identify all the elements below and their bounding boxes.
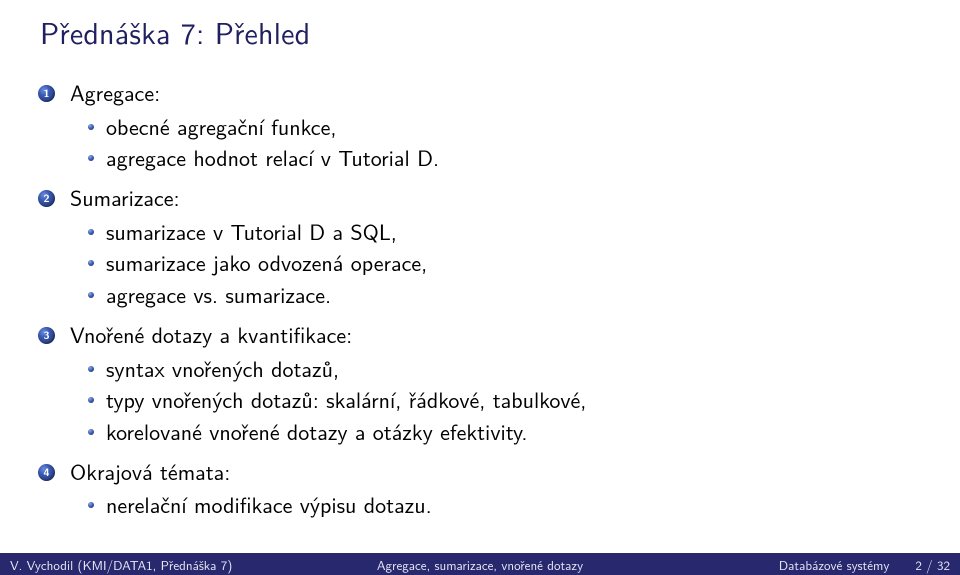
footer-page-total: 32 (937, 556, 950, 575)
outline-item-1: 1 Agregace: obecné agregační funkce, agr… (68, 78, 920, 173)
outline-subitem: nerelační modifikace výpisu dotazu. (106, 490, 920, 520)
outline-subitem: agregace hodnot relací v Tutorial D. (106, 143, 920, 173)
outline-subitem: sumarizace v Tutorial D a SQL, (106, 217, 920, 247)
outline-sublist: nerelační modifikace výpisu dotazu. (70, 490, 920, 520)
outline-subitem: sumarizace jako odvozená operace, (106, 248, 920, 278)
outline-list: 1 Agregace: obecné agregační funkce, agr… (40, 78, 920, 520)
outline-item-label: Agregace: (70, 76, 160, 108)
outline-item-label: Okrajová témata: (70, 455, 230, 487)
outline-subitem: syntax vnořených dotazů, (106, 354, 920, 384)
footer-course-label: Databázové systémy (779, 556, 890, 575)
outline-sublist: sumarizace v Tutorial D a SQL, sumarizac… (70, 217, 920, 310)
slide-title: Přednáška 7: Přehled (40, 14, 920, 50)
outline-subitem: agregace vs. sumarizace. (106, 280, 920, 310)
outline-item-3: 3 Vnořené dotazy a kvantifikace: syntax … (68, 320, 920, 447)
footer-page: Databázové systémy 2 / 32 (779, 556, 950, 575)
outline-item-label: Vnořené dotazy a kvantifikace: (70, 318, 352, 350)
outline-subitem: obecné agregační funkce, (106, 112, 920, 142)
outline-item-2: 2 Sumarizace: sumarizace v Tutorial D a … (68, 183, 920, 310)
footer-page-sep: / (922, 556, 937, 575)
outline-item-4: 4 Okrajová témata: nerelační modifikace … (68, 457, 920, 520)
outline-subitem: korelované vnořené dotazy a otázky efekt… (106, 417, 920, 447)
footer-bar: V. Vychodil (KMI/DATA1, Přednáška 7) Agr… (0, 553, 960, 575)
outline-subitem: typy vnořených dotazů: skalární, řádkové… (106, 385, 920, 415)
outline-sublist: syntax vnořených dotazů, typy vnořených … (70, 354, 920, 447)
bullet-number-icon: 2 (38, 190, 55, 207)
bullet-number-icon: 4 (38, 464, 55, 481)
bullet-number-icon: 1 (38, 85, 55, 102)
outline-item-label: Sumarizace: (70, 181, 180, 213)
bullet-number-icon: 3 (38, 327, 55, 344)
outline-sublist: obecné agregační funkce, agregace hodnot… (70, 112, 920, 173)
slide: Přednáška 7: Přehled 1 Agregace: obecné … (0, 0, 960, 575)
